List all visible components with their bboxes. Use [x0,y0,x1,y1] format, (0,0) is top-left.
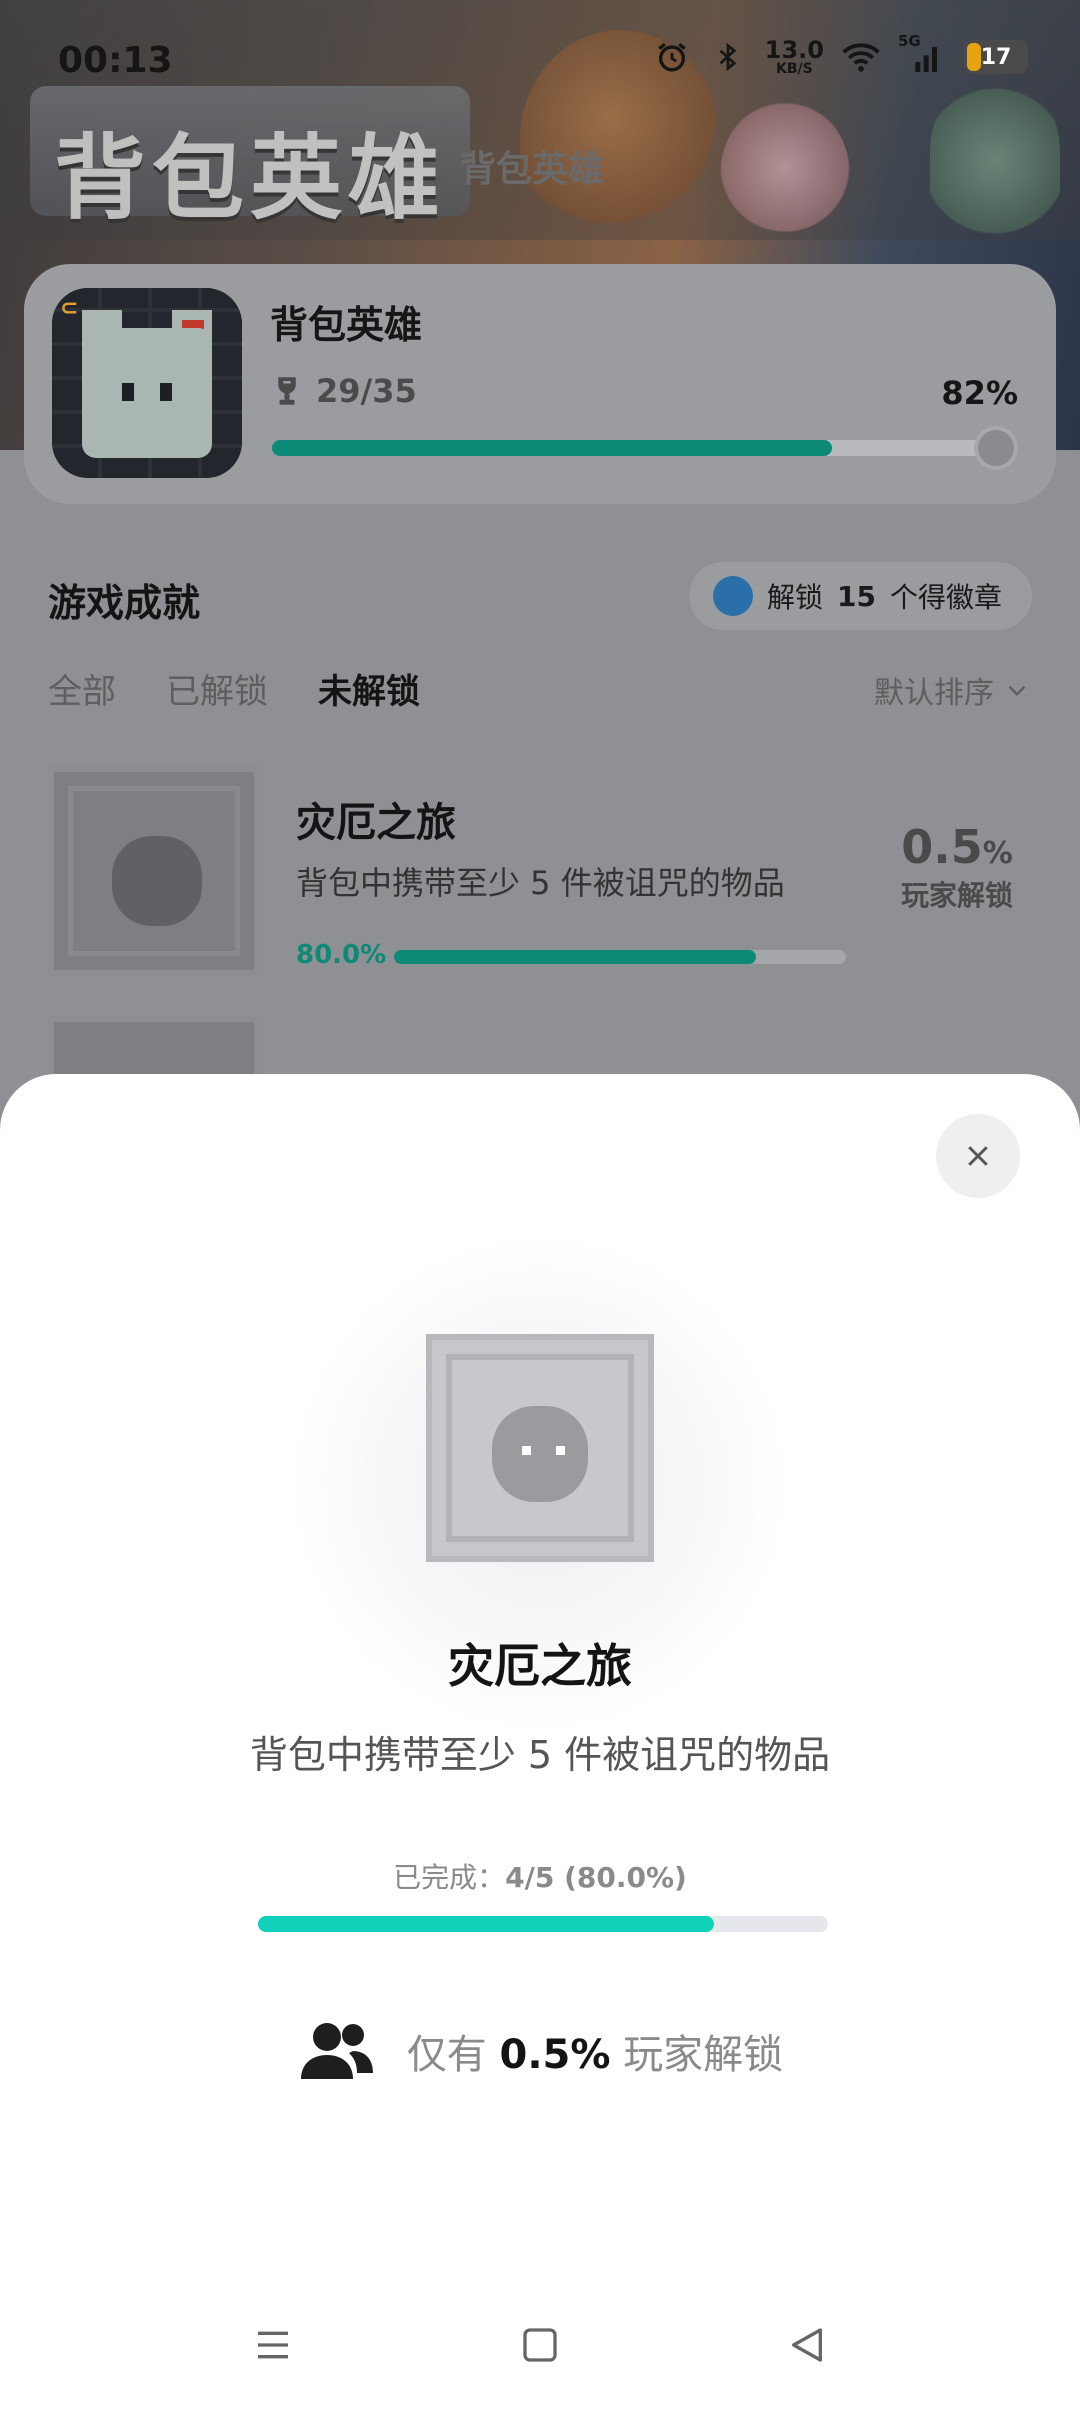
achievement-row-partial [48,1016,260,1076]
net-speed-value: 13.0 [764,36,824,64]
completion-prefix: 已完成： [393,1861,506,1894]
alarm-icon [653,38,691,76]
nav-menu-button[interactable] [243,2315,303,2375]
players-suffix: 玩家解锁 [623,2032,784,2078]
status-bar: 00:13 13.0 KB/S 5G 17 [0,0,1080,120]
status-time: 00:13 [58,40,173,81]
status-icons: 13.0 KB/S 5G 17 [653,32,1028,76]
achievement-progress-bar [394,950,846,964]
bluetooth-icon [709,38,747,76]
badge-count: 15 [837,579,876,613]
achievement-name: 灾厄之旅 [296,800,456,846]
players-prefix: 仅有 [406,2032,487,2078]
chevron-down-icon [1008,685,1026,697]
sheet-title: 灾厄之旅 [448,1639,632,1693]
badge-suffix: 个得徽章 [889,581,1002,614]
nav-back-button[interactable] [777,2315,837,2375]
home-square-icon [523,2328,557,2362]
completion-label: 已完成：4/5 (80.0%) [0,1856,1080,1896]
close-icon [968,1146,988,1166]
achievement-progress-label: 80.0% [296,940,387,970]
battery-indicator: 17 [964,40,1028,74]
trophy-count-text: 29/35 [316,372,417,410]
net-speed: 13.0 KB/S [765,38,824,76]
players-percent: 0.5% [499,2032,611,2078]
achievements-title: 游戏成就 [48,581,201,625]
game-progress-bar [272,426,1018,470]
network-type: 5G [898,32,921,50]
cellular-signal-icon: 5G [898,32,946,76]
badge-unlock-pill[interactable]: 解锁 15 个得徽章 [689,562,1032,630]
sort-dropdown[interactable]: 默认排序 [874,668,1030,712]
game-icon: ⊂ [52,288,242,478]
achievement-row[interactable]: 灾厄之旅 背包中携带至少 5 件被诅咒的物品 80.0% 0.5% 玩家解锁 [48,766,1032,976]
achievement-description: 背包中携带至少 5 件被诅咒的物品 [296,864,785,902]
game-logo-text: 背包英雄 [53,125,446,232]
unlock-rate-label: 玩家解锁 [900,879,1013,912]
sheet-progress-fill [258,1916,714,1932]
game-summary-card[interactable]: ⊂ 背包英雄 29/35 82% [24,264,1056,504]
achievement-unlock-rate: 0.5% 玩家解锁 [882,820,1032,914]
game-completion-percent: 82% [941,374,1018,412]
trophy-icon [278,377,296,405]
hero-mascot-mouse [720,100,850,250]
hero-title: 背包英雄 [460,149,605,190]
achievement-thumbnail [48,766,260,976]
battery-level: 17 [980,44,1012,70]
achievement-detail-sheet: 灾厄之旅 背包中携带至少 5 件被诅咒的物品 已完成：4/5 (80.0%) 仅… [0,1074,1080,2412]
unlock-rate-number: 0.5 [901,820,983,874]
game-progress-end-icon [974,426,1018,470]
wifi-icon [842,38,880,76]
tab-all[interactable]: 全部 [48,664,116,713]
back-triangle-icon [791,2328,822,2362]
sheet-description: 背包中携带至少 5 件被诅咒的物品 [249,1733,831,1777]
sort-label: 默认排序 [874,676,994,711]
in-badge-icon: ⊂ [60,296,79,321]
system-nav-bar [0,2290,1080,2400]
unlock-rate-unit: % [982,836,1013,871]
nav-home-button[interactable] [510,2315,570,2375]
users-icon [300,2023,373,2079]
tab-unlocked[interactable]: 已解锁 [166,664,268,713]
sheet-progress-bar [258,1916,828,1932]
achievement-detail-thumbnail [426,1334,654,1562]
game-progress-fill [272,440,832,456]
net-speed-unit: KB/S [776,61,813,77]
game-name: 背包英雄 [270,303,423,347]
achievement-tabs: 全部 已解锁 未解锁 [48,664,420,713]
close-button[interactable] [936,1114,1020,1198]
tab-locked[interactable]: 未解锁 [318,664,420,713]
players-unlock-stat: 仅有 0.5% 玩家解锁 [0,2018,1080,2084]
badge-prefix: 解锁 [767,581,824,614]
achievement-progress-fill [394,950,756,964]
badge-icon [713,576,753,616]
menu-icon [258,2331,289,2359]
trophy-count: 29/35 [272,372,417,410]
completion-value: 4/5 (80.0%) [505,1861,687,1894]
